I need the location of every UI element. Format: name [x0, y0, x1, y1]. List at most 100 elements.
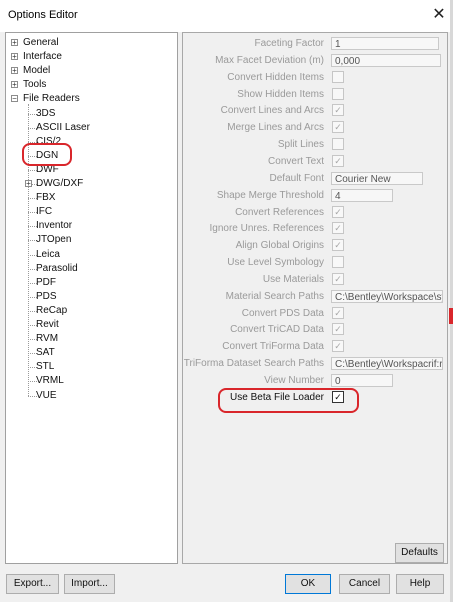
tree-item-fbx[interactable]: FBX	[22, 191, 162, 205]
tree-item-parasolid[interactable]: Parasolid	[22, 262, 162, 276]
window-title: Options Editor	[8, 9, 78, 21]
expand-icon[interactable]: +	[11, 67, 18, 75]
material-search-paths-label: Material Search Paths	[225, 291, 324, 302]
ignore-unres-references-label: Ignore Unres. References	[209, 223, 324, 234]
merge-lines-and-arcs-label: Merge Lines and Arcs	[227, 122, 324, 133]
max-facet-deviation-m-label: Max Facet Deviation (m)	[215, 55, 324, 66]
tree-item-label: File Readers	[23, 93, 80, 105]
tree-item-label: Inventor	[36, 220, 73, 232]
tree-item-label: STL	[36, 361, 55, 373]
tree-item-pdf[interactable]: PDF	[22, 276, 162, 290]
tree-item-label: PDS	[36, 290, 57, 302]
tree-item-leica[interactable]: Leica	[22, 248, 162, 262]
title-bar: Options Editor ✕	[0, 0, 453, 32]
merge-lines-and-arcs-checkbox: ✓	[332, 121, 344, 133]
tree-item-vrml[interactable]: VRML	[22, 374, 162, 388]
tree-item-label: Interface	[23, 51, 62, 63]
options-tree[interactable]: + General + Interface + Model + Tools − File Read…	[5, 32, 178, 564]
tree-item-interface[interactable]: + Interface	[6, 50, 166, 64]
align-global-origins-label: Align Global Origins	[235, 240, 324, 251]
default-font-label: Default Font	[269, 173, 324, 184]
expand-icon[interactable]: +	[25, 180, 32, 188]
convert-triforma-data-label: Convert TriForma Data	[222, 341, 324, 352]
convert-triforma-data-checkbox: ✓	[332, 340, 344, 352]
tree-item-label: General	[23, 37, 59, 48]
show-hidden-items-label: Show Hidden Items	[237, 89, 324, 100]
tree-item-label: VUE	[36, 389, 57, 401]
ignore-unres-references-checkbox: ✓	[332, 222, 344, 234]
tree-item-vue[interactable]: VUE	[22, 389, 162, 403]
convert-pds-data-checkbox: ✓	[332, 307, 344, 319]
tree-item-3ds[interactable]: 3DS	[22, 107, 162, 121]
convert-lines-and-arcs-checkbox: ✓	[332, 104, 344, 116]
tree-item-label: Parasolid	[36, 262, 78, 274]
tree-item-label: FBX	[36, 192, 56, 204]
align-global-origins-checkbox: ✓	[332, 239, 344, 251]
view-number-label: View Number	[264, 375, 324, 386]
view-number-field: 0	[331, 374, 393, 387]
close-icon[interactable]: ✕	[430, 6, 448, 24]
settings-panel: Faceting Factor 1 Max Facet Deviation (m) 0…	[182, 32, 448, 564]
collapse-icon[interactable]: −	[11, 95, 18, 103]
max-facet-deviation-m-field: 0,000	[331, 54, 441, 67]
tree-item-label: DWG/DXF	[36, 178, 84, 189]
tree-item-rvm[interactable]: RVM	[22, 332, 162, 346]
convert-hidden-items-checkbox	[332, 71, 344, 83]
defaults-button[interactable]: Defaults	[395, 543, 444, 563]
ok-button[interactable]: OK	[285, 574, 331, 594]
tree-item-label: Model	[23, 65, 51, 77]
tree-item-label: PDF	[36, 276, 56, 288]
shape-merge-threshold-label: Shape Merge Threshold	[216, 190, 324, 201]
import-button[interactable]: Import...	[64, 574, 115, 594]
tree-item-stl[interactable]: STL	[22, 360, 162, 374]
tree-item-label: 3DS	[36, 107, 56, 119]
tree-item-jtopen[interactable]: JTOpen	[22, 233, 162, 247]
tree-item-ascii-laser[interactable]: ASCII Laser	[22, 121, 162, 135]
tree-item-label: Leica	[36, 248, 60, 260]
tree-item-label: JTOpen	[36, 234, 72, 246]
tree-item-sat[interactable]: SAT	[22, 346, 162, 360]
split-lines-checkbox	[332, 138, 344, 150]
tree-item-general[interactable]: + General	[6, 36, 166, 50]
tree-item-label: ReCap	[36, 304, 68, 316]
convert-tricad-data-label: Convert TriCAD Data	[230, 324, 324, 335]
tree-item-inventor[interactable]: Inventor	[22, 219, 162, 233]
tree-item-file-readers[interactable]: − File Readers	[6, 92, 166, 106]
convert-lines-and-arcs-label: Convert Lines and Arcs	[220, 105, 324, 116]
convert-hidden-items-label: Convert Hidden Items	[227, 72, 324, 83]
tree-item-recap[interactable]: ReCap	[22, 304, 162, 318]
expand-icon[interactable]: +	[11, 81, 18, 89]
use-materials-checkbox: ✓	[332, 273, 344, 285]
tree-item-label: Revit	[36, 319, 59, 330]
help-button[interactable]: Help	[396, 574, 444, 594]
tree-item-label: RVM	[36, 333, 59, 345]
shape-merge-threshold-field: 4	[331, 189, 393, 202]
use-materials-label: Use Materials	[262, 274, 324, 285]
beta-loader-highlight-circle	[218, 388, 359, 413]
convert-text-label: Convert Text	[268, 156, 324, 167]
use-level-symbology-label: Use Level Symbology	[227, 257, 324, 268]
split-lines-label: Split Lines	[277, 139, 324, 150]
tree-item-dwg-dxf[interactable]: + DWG/DXF	[22, 177, 162, 191]
expand-icon[interactable]: +	[11, 53, 18, 61]
triforma-dataset-search-paths-field: C:\Bentley\Workspacrif:rif	[331, 357, 443, 370]
edge-marker	[449, 308, 453, 324]
material-search-paths-field: C:\Bentley\Workspace\sy:	[331, 290, 443, 303]
tree-item-tools[interactable]: + Tools	[6, 78, 166, 92]
expand-icon[interactable]: +	[11, 39, 18, 47]
triforma-dataset-search-paths-label: TriForma Dataset Search Paths	[183, 358, 324, 369]
export-button[interactable]: Export...	[6, 574, 59, 594]
faceting-factor-field: 1	[331, 37, 439, 50]
use-level-symbology-checkbox	[332, 256, 344, 268]
tree-item-ifc[interactable]: IFC	[22, 205, 162, 219]
convert-pds-data-label: Convert PDS Data	[241, 308, 324, 319]
tree-item-label: IFC	[36, 206, 53, 218]
tree-item-revit[interactable]: Revit	[22, 318, 162, 332]
tree-item-pds[interactable]: PDS	[22, 290, 162, 304]
convert-tricad-data-checkbox: ✓	[332, 323, 344, 335]
tree-item-label: VRML	[36, 375, 64, 387]
tree-item-model[interactable]: + Model	[6, 64, 166, 78]
tree-item-label: ASCII Laser	[36, 121, 90, 133]
tree-item-label: Tools	[23, 79, 47, 91]
cancel-button[interactable]: Cancel	[339, 574, 390, 594]
